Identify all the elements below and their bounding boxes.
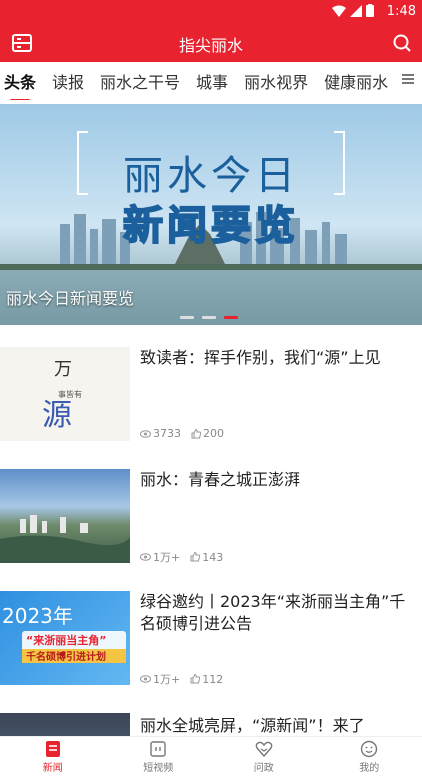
menu-icon[interactable]	[400, 71, 416, 87]
tab-headlines[interactable]: 头条	[0, 69, 44, 100]
channel-tabs: 头条 读报 丽水之干号 城事 丽水视界 健康丽水	[0, 62, 422, 100]
news-thumbnail	[0, 469, 130, 563]
eye-icon	[140, 429, 151, 438]
tab-city[interactable]: 城事	[188, 69, 236, 93]
like-count: 200	[191, 427, 224, 440]
like-count: 143	[190, 549, 223, 565]
status-icons	[332, 4, 374, 17]
thumb-year-text: 2023年	[2, 604, 73, 628]
banner-caption: 丽水今日新闻要览	[6, 289, 135, 308]
thumbs-up-icon	[190, 552, 201, 562]
view-count: 1万+	[140, 549, 180, 565]
news-thumbnail: 万 事皆有 源	[0, 347, 130, 441]
status-bar: 1:48	[0, 0, 422, 24]
carousel-dot	[202, 316, 216, 319]
news-thumbnail	[0, 713, 130, 736]
news-meta: 1万+ 143	[140, 549, 223, 565]
nav-profile[interactable]: 我的	[317, 737, 422, 776]
news-item[interactable]: 万 事皆有 源 致读者：挥手作别，我们“源”上见 3733 200	[0, 347, 422, 453]
wifi-icon	[332, 5, 346, 17]
heart-icon	[253, 739, 275, 759]
status-time: 1:48	[386, 4, 416, 19]
news-icon	[42, 739, 64, 759]
news-item[interactable]: 丽水：青春之城正澎湃 1万+ 143	[0, 469, 422, 575]
news-title[interactable]: 绿谷邀约丨2023年“来浙丽当主角”千名硕博引进公告	[140, 591, 416, 635]
banner-text-line1: 丽水今日	[123, 153, 299, 199]
nav-short-video[interactable]: 短视频	[106, 737, 212, 776]
carousel-dot	[180, 316, 194, 319]
news-thumbnail: 2023年 “来浙丽当主角” 千名硕博引进计划	[0, 591, 130, 685]
signal-icon	[350, 4, 362, 17]
view-count: 3733	[140, 427, 181, 440]
nav-news[interactable]: 新闻	[0, 737, 106, 776]
thumb-slogan-text: “来浙丽当主角”	[26, 633, 106, 647]
battery-icon	[366, 4, 374, 17]
thumb-text-top: 万	[54, 359, 72, 380]
bottom-nav: 新闻 短视频 问政 我的	[0, 736, 422, 776]
news-meta: 3733 200	[140, 427, 224, 440]
banner-text-line2: 新闻要览	[123, 203, 299, 249]
news-meta: 1万+ 112	[140, 671, 223, 687]
app-bar: 指尖丽水	[0, 24, 422, 62]
tab-health[interactable]: 健康丽水	[316, 69, 396, 93]
thumb-plan-text: 千名硕博引进计划	[26, 650, 106, 663]
thumbs-up-icon	[191, 428, 201, 438]
nav-wenzheng[interactable]: 问政	[211, 737, 317, 776]
video-icon	[147, 739, 169, 759]
news-title[interactable]: 丽水全城亮屏，“源新闻”！来了	[140, 715, 416, 736]
news-title[interactable]: 丽水：青春之城正澎湃	[140, 469, 416, 491]
tab-lishui-gan[interactable]: 丽水之干号	[92, 69, 188, 93]
profile-icon	[358, 739, 380, 759]
tab-newspaper[interactable]: 读报	[44, 69, 92, 93]
eye-icon	[140, 553, 151, 561]
thumb-text-main: 源	[42, 398, 72, 433]
news-title[interactable]: 致读者：挥手作别，我们“源”上见	[140, 347, 416, 369]
view-count: 1万+	[140, 671, 180, 687]
carousel-indicator	[180, 316, 238, 319]
carousel-dot-active	[224, 316, 238, 319]
search-icon[interactable]	[391, 32, 413, 54]
tab-vision[interactable]: 丽水视界	[236, 69, 316, 93]
news-item[interactable]: 2023年 “来浙丽当主角” 千名硕博引进计划 绿谷邀约丨2023年“来浙丽当主…	[0, 591, 422, 697]
app-title: 指尖丽水	[178, 36, 243, 55]
news-item[interactable]: 丽水全城亮屏，“源新闻”！来了	[0, 713, 422, 736]
eye-icon	[140, 675, 151, 683]
like-count: 112	[190, 671, 223, 687]
banner-carousel[interactable]: 丽水今日 新闻要览 丽水今日新闻要览	[0, 104, 422, 325]
thumbs-up-icon	[190, 674, 201, 684]
